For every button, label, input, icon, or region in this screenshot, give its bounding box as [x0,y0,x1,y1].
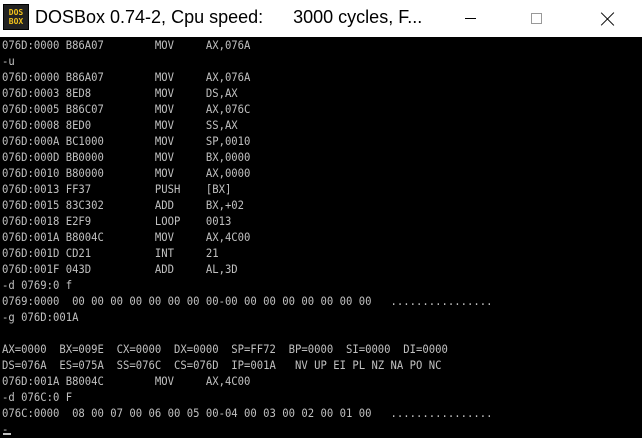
close-icon [601,12,615,26]
console-line: 076D:0015 83C302 ADD BX,+02 [2,198,245,212]
console-line: -u [2,54,15,68]
console-line: 076D:0013 FF37 PUSH [BX] [2,182,232,196]
console-line: -g 076D:001A [2,310,79,324]
console-line: 076D:001D CD21 INT 21 [2,246,219,260]
window-title: DOSBox 0.74-2, Cpu speed: 3000 cycles, F… [35,7,423,27]
dosbox-app-icon[interactable]: DOS BOX [3,4,29,30]
title-bar[interactable]: DOS BOX DOSBox 0.74-2, Cpu speed: 3000 c… [0,0,642,37]
console-line: 076D:0018 E2F9 LOOP 0013 [2,214,232,228]
console-line: DS=076A ES=075A SS=076C CS=076D IP=001A … [2,358,442,372]
minimize-button[interactable] [447,0,493,37]
console-line: 0769:0000 00 00 00 00 00 00 00 00-00 00 … [2,294,493,308]
console-line: 076D:0008 8ED0 MOV SS,AX [2,118,238,132]
console-line: 076D:0000 B86A07 MOV AX,076A [2,70,251,84]
console-line: 076D:001A B8004C MOV AX,4C00 [2,230,251,244]
icon-text-bottom: BOX [8,17,24,26]
console-line: 076D:0005 B86C07 MOV AX,076C [2,102,251,116]
dos-console[interactable]: 076D:0000 B86A07 MOV AX,076A -u 076D:000… [0,37,642,438]
close-button[interactable] [585,0,631,37]
console-line: 076D:000A BC1000 MOV SP,0010 [2,134,251,148]
maximize-icon [530,13,542,24]
console-line: 076D:001A B8004C MOV AX,4C00 [2,374,251,388]
console-line: 076C:0000 08 00 07 00 06 00 05 00-04 00 … [2,406,493,420]
console-line: 076D:0003 8ED8 MOV DS,AX [2,86,238,100]
console-line: 076D:000D BB0000 MOV BX,0000 [2,150,251,164]
dosbox-window: DOS BOX DOSBox 0.74-2, Cpu speed: 3000 c… [0,0,642,438]
minimize-icon [464,18,476,19]
text-cursor [3,433,11,435]
maximize-button[interactable] [513,0,559,37]
console-line: AX=0000 BX=009E CX=0000 DX=0000 SP=FF72 … [2,342,448,356]
console-line: 076D:0000 B86A07 MOV AX,076A [2,38,251,52]
console-line: -d 076C:0 F [2,390,73,404]
console-line: -d 0769:0 f [2,278,73,292]
console-line: 076D:0010 B80000 MOV AX,0000 [2,166,251,180]
icon-text-top: DOS [8,8,24,17]
console-line: 076D:001F 043D ADD AL,3D [2,262,238,276]
